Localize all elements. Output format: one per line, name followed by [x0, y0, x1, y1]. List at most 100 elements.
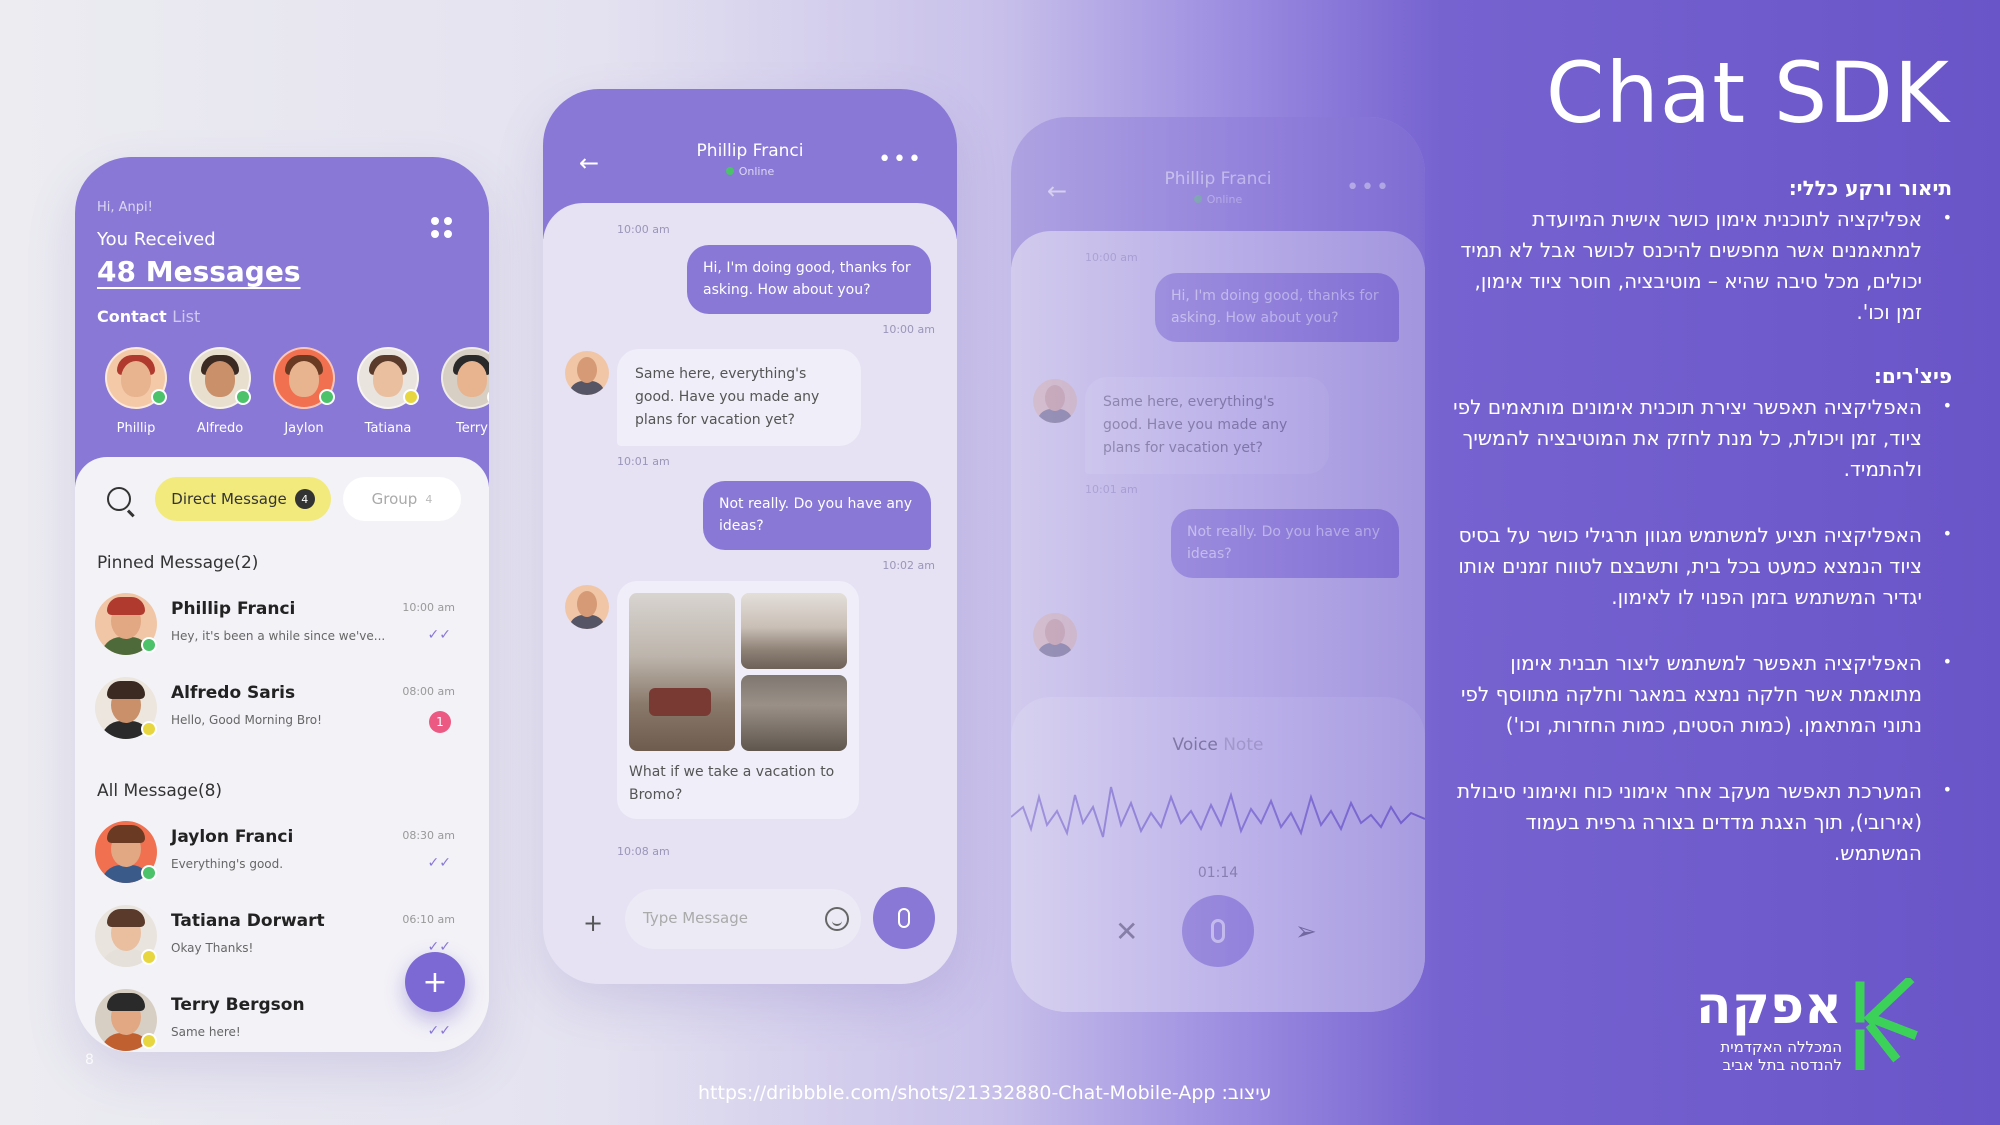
avatar: [565, 585, 609, 629]
read-check-icon: ✓✓: [427, 855, 451, 871]
contact-alfredo[interactable]: Alfredo: [189, 347, 251, 436]
timestamp: 10:00 am: [882, 323, 935, 336]
away-indicator: [141, 1033, 157, 1049]
avatar: [189, 347, 251, 409]
photo-jeep[interactable]: [629, 593, 735, 751]
tab-label: Direct Message: [171, 490, 287, 508]
feature-item: האפליקציה תאפשר למשתמש ליצור תבנית אימון…: [1460, 651, 1922, 737]
away-indicator: [141, 721, 157, 737]
message-preview: Hello, Good Morning Bro!: [171, 713, 322, 727]
new-chat-button[interactable]: +: [405, 952, 465, 1012]
timestamp: 10:08 am: [617, 845, 670, 858]
microphone-button[interactable]: [873, 887, 935, 949]
online-indicator: [141, 865, 157, 881]
message-preview: Same here!: [171, 1025, 241, 1039]
description-heading: תיאור ורקע כללי:: [1788, 176, 1952, 200]
timestamp: 06:10 am: [402, 913, 455, 926]
inbox-header: Hi, Anpi! You Received 48 Messages Conta…: [75, 157, 489, 487]
afeka-logo-icon: [1855, 978, 1918, 1070]
chat-row[interactable]: Alfredo Saris Hello, Good Morning Bro! 0…: [95, 677, 471, 747]
read-check-icon: ✓✓: [427, 1023, 451, 1039]
bullet-icon: •: [1942, 780, 1952, 799]
logo-subtitle: המכללה האקדמית להנדסה בתל אביב: [1720, 1038, 1842, 1074]
page-number: 8: [85, 1052, 94, 1068]
contact-list: Phillip Alfredo Jaylon Tatiana Terry: [105, 347, 489, 436]
bullet-icon: •: [1942, 396, 1952, 415]
tab-label: Group: [371, 490, 418, 508]
timestamp: 10:02 am: [882, 559, 935, 572]
avatar: [565, 351, 609, 395]
count-badge: 4: [294, 489, 315, 509]
message-input[interactable]: Type Message: [625, 889, 861, 949]
features-heading: פיצ'רים:: [1873, 364, 1952, 388]
timestamp: 10:01 am: [617, 455, 670, 468]
microphone-icon: [898, 908, 910, 928]
chat-body: 10:00 am Hi, I'm doing good, thanks for …: [543, 203, 957, 984]
avatar: [105, 347, 167, 409]
contact-name: Terry Bergson: [171, 995, 305, 1015]
contact-name: Phillip Franci: [171, 599, 296, 619]
avatar: [273, 347, 335, 409]
all-section-title: All Message(8): [97, 781, 223, 801]
message-preview: Hey, it's been a while since we've...: [171, 629, 386, 643]
greeting-text: Hi, Anpi!: [97, 200, 153, 215]
grid-menu-icon[interactable]: [431, 217, 453, 239]
chat-row[interactable]: Phillip Franci Hey, it's been a while si…: [95, 593, 471, 663]
cancel-icon[interactable]: ✕: [1115, 915, 1138, 948]
search-icon[interactable]: [107, 487, 131, 511]
phone-inbox-screen: Hi, Anpi! You Received 48 Messages Conta…: [75, 157, 489, 1052]
chat-row[interactable]: Jaylon Franci Everything's good. 08:30 a…: [95, 821, 471, 891]
avatar: [441, 347, 489, 409]
feature-item: המערכת תאפשר מעקב אחר אימוני כוח ואימוני…: [1457, 779, 1922, 865]
count-badge: 4: [425, 492, 433, 506]
tab-group[interactable]: Group 4: [343, 477, 461, 521]
timestamp: 10:00 am: [402, 601, 455, 614]
message-preview: Everything's good.: [171, 857, 284, 871]
avatar: [357, 347, 419, 409]
logo-name: אפקה: [1695, 976, 1842, 1036]
contact-tatiana[interactable]: Tatiana: [357, 347, 419, 436]
avatar: [1033, 379, 1077, 423]
message-count: 48 Messages: [97, 255, 301, 288]
photo-landscape[interactable]: [741, 675, 847, 751]
contact-name: Tatiana Dorwart: [171, 911, 325, 931]
pinned-section-title: Pinned Message(2): [97, 553, 259, 573]
contact-name: Alfredo Saris: [171, 683, 296, 703]
message-preview: Okay Thanks!: [171, 941, 254, 955]
tab-direct-message[interactable]: Direct Message 4: [155, 477, 331, 521]
read-check-icon: ✓✓: [427, 627, 451, 643]
timestamp: 10:01 am: [1085, 483, 1138, 496]
design-credit: https://dribbble.com/shots/21332880-Chat…: [698, 1082, 1272, 1104]
contact-phillip[interactable]: Phillip: [105, 347, 167, 436]
image-message[interactable]: What if we take a vacation to Bromo?: [617, 581, 859, 820]
microphone-icon: [1211, 919, 1225, 943]
contact-list-label: Contact List: [97, 307, 201, 326]
feature-item: האפליקציה תאפשר יצירת תוכנית אימונים מות…: [1453, 395, 1922, 481]
avatar: [1033, 613, 1077, 657]
more-options-icon[interactable]: •••: [878, 147, 923, 172]
timestamp: 08:30 am: [402, 829, 455, 842]
image-caption: What if we take a vacation to Bromo?: [629, 764, 835, 804]
input-placeholder: Type Message: [643, 909, 748, 927]
contact-terry[interactable]: Terry: [441, 347, 489, 436]
outgoing-message: Not really. Do you have any ideas?: [703, 481, 931, 550]
more-options-icon[interactable]: •••: [1346, 175, 1391, 200]
incoming-message: Same here, everything's good. Have you m…: [1085, 377, 1329, 475]
record-button[interactable]: [1182, 895, 1254, 967]
contact-jaylon[interactable]: Jaylon: [273, 347, 335, 436]
phone-chat-screen: ← Phillip Franci Online ••• 10:00 am Hi,…: [543, 89, 957, 984]
bullet-icon: •: [1942, 524, 1952, 543]
away-indicator: [141, 949, 157, 965]
contact-name: Jaylon Franci: [171, 827, 294, 847]
online-indicator: [141, 637, 157, 653]
slide-title: Chat SDK: [1545, 44, 1950, 142]
description-paragraph: אפליקציה לתוכנית אימון כושר אישית המיועד…: [1460, 207, 1922, 324]
emoji-icon[interactable]: [825, 907, 849, 931]
timestamp: 08:00 am: [402, 685, 455, 698]
send-icon[interactable]: ➢: [1295, 917, 1317, 947]
incoming-message: Same here, everything's good. Have you m…: [617, 349, 861, 447]
add-attachment-icon[interactable]: +: [583, 909, 603, 937]
bullet-icon: •: [1942, 652, 1952, 671]
photo-grid: [629, 593, 847, 751]
photo-volcano[interactable]: [741, 593, 847, 669]
